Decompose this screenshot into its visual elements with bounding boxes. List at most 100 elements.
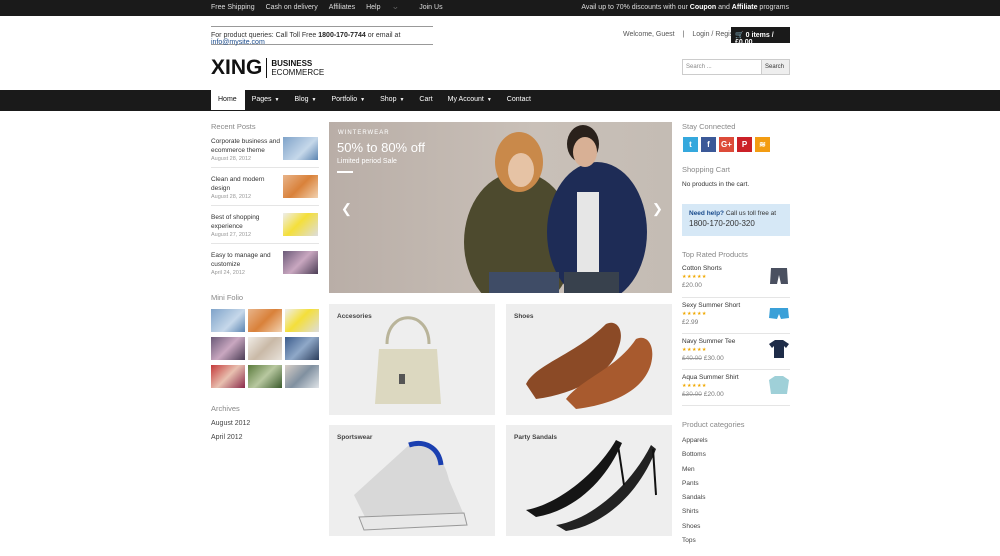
search-form: Search ... Search: [682, 59, 790, 75]
recent-posts-heading: Recent Posts: [211, 122, 256, 131]
category-tile[interactable]: Sportswear: [329, 425, 495, 536]
top-link-affiliates[interactable]: Affiliates: [329, 4, 355, 11]
query-text: For product queries: Call Toll Free: [211, 32, 317, 39]
category-link[interactable]: Shirts: [682, 508, 708, 522]
promo-text: Avail up to 70% discounts with our Coupo…: [581, 4, 789, 11]
recent-post[interactable]: Easy to manage and customize April 24, 2…: [211, 251, 319, 276]
slide-title: 50% to 80% off: [337, 140, 425, 155]
tshirt-image[interactable]: [768, 338, 790, 360]
post-title[interactable]: Clean and modern design: [211, 175, 281, 193]
hero-slider[interactable]: WINTERWEAR 50% to 80% off Limited period…: [329, 122, 672, 293]
category-tile[interactable]: Shoes: [506, 304, 672, 415]
slider-prev-icon[interactable]: ❮: [341, 201, 352, 217]
logo-sub: BUSINESS ECOMMERCE: [271, 59, 324, 77]
nav-portfolio[interactable]: Portfolio ▼: [324, 90, 373, 111]
category-link[interactable]: Shoes: [682, 523, 708, 537]
rss-icon[interactable]: ≋: [755, 137, 770, 152]
top-bar: Free Shipping Cash on delivery Affiliate…: [0, 0, 1000, 16]
folio-image[interactable]: [285, 309, 319, 332]
category-link[interactable]: Bottoms: [682, 451, 708, 465]
nav-label: Contact: [506, 96, 531, 103]
folio-image[interactable]: [211, 309, 245, 332]
post-thumbnail[interactable]: [283, 175, 318, 198]
nav-pages[interactable]: Pages ▼: [245, 90, 288, 111]
shoes-image: [526, 322, 653, 409]
product-item[interactable]: Navy Summer Tee ★★★★★ £40.00 £30.00: [682, 338, 790, 372]
category-link[interactable]: Apparels: [682, 437, 708, 451]
category-tile[interactable]: Accesories: [329, 304, 495, 415]
chevron-down-icon: ▼: [399, 97, 405, 103]
shorts-image[interactable]: [768, 265, 790, 287]
shopping-cart-heading: Shopping Cart: [682, 165, 730, 174]
archive-link[interactable]: August 2012: [211, 420, 250, 427]
post-title[interactable]: Easy to manage and customize: [211, 251, 281, 269]
query-email-link[interactable]: info@mysite.com: [211, 39, 265, 46]
welcome-area: Welcome, Guest | Login / Register: [623, 31, 741, 38]
folio-image[interactable]: [248, 365, 282, 388]
post-thumbnail[interactable]: [283, 137, 318, 160]
top-link-cod[interactable]: Cash on delivery: [266, 4, 318, 11]
query-phone: 1800-170-7744: [318, 32, 366, 39]
nav-label: My Account: [447, 96, 484, 103]
chevron-down-icon: ▼: [486, 97, 492, 103]
main-nav: Home Pages ▼ Blog ▼ Portfolio ▼ Shop ▼ Cart …: [0, 90, 1000, 111]
shirt-image[interactable]: [768, 374, 790, 396]
recent-post[interactable]: Clean and modern design August 28, 2012: [211, 175, 319, 200]
divider: [682, 369, 790, 370]
category-link[interactable]: Sandals: [682, 494, 708, 508]
help-phone: 1800-170-200-320: [689, 219, 755, 228]
nav-cart[interactable]: Cart: [412, 90, 440, 111]
shorts-image[interactable]: [768, 302, 790, 324]
promo-affiliate: Affiliate: [731, 4, 758, 11]
recent-post[interactable]: Best of shopping experience August 27, 2…: [211, 213, 319, 238]
nav-my-account[interactable]: My Account ▼: [441, 90, 500, 111]
slider-next-icon[interactable]: ❯: [652, 201, 663, 217]
nav-blog[interactable]: Blog ▼: [288, 90, 325, 111]
search-input[interactable]: Search ...: [682, 59, 762, 75]
nav-shop[interactable]: Shop ▼: [373, 90, 412, 111]
folio-image[interactable]: [285, 337, 319, 360]
logo-sub-1: BUSINESS: [271, 59, 313, 68]
facebook-icon[interactable]: f: [701, 137, 716, 152]
top-link-free-shipping[interactable]: Free Shipping: [211, 4, 255, 11]
category-link[interactable]: Men: [682, 466, 708, 480]
query-or: or email at: [367, 32, 401, 39]
site-logo[interactable]: XING BUSINESS ECOMMERCE: [211, 57, 324, 78]
nav-home[interactable]: Home: [211, 90, 245, 110]
product-item[interactable]: Aqua Summer Shirt ★★★★★ £30.00 £20.00: [682, 374, 790, 408]
promo-part: and: [718, 4, 730, 11]
product-item[interactable]: Sexy Summer Short ★★★★★ £2.99: [682, 302, 790, 336]
category-link[interactable]: Tops: [682, 537, 708, 551]
nav-label: Pages: [251, 96, 272, 103]
logo-divider: [266, 58, 268, 78]
folio-image[interactable]: [211, 337, 245, 360]
help-question: Need help?: [689, 210, 725, 217]
nav-label: Cart: [419, 96, 433, 103]
top-links: Free Shipping Cash on delivery Affiliate…: [211, 4, 454, 11]
recent-post[interactable]: Corporate business and ecommerce theme A…: [211, 137, 319, 162]
post-thumbnail[interactable]: [283, 213, 318, 236]
folio-image[interactable]: [248, 337, 282, 360]
folio-image[interactable]: [211, 365, 245, 388]
product-item[interactable]: Cotton Shorts ★★★★★ £20.00: [682, 265, 790, 299]
top-link-join[interactable]: Join Us: [419, 4, 442, 11]
heels-image: [526, 440, 657, 531]
handbag-image: [375, 316, 441, 404]
nav-contact[interactable]: Contact: [500, 90, 539, 111]
archive-link[interactable]: April 2012: [211, 434, 243, 441]
search-button[interactable]: Search: [762, 59, 790, 75]
category-link[interactable]: Pants: [682, 480, 708, 494]
pinterest-icon[interactable]: P: [737, 137, 752, 152]
folio-image[interactable]: [285, 365, 319, 388]
cart-button[interactable]: 🛒 0 items / £0.00: [731, 27, 790, 46]
post-title[interactable]: Corporate business and ecommerce theme: [211, 137, 281, 155]
google-plus-icon[interactable]: G+: [719, 137, 734, 152]
post-thumbnail[interactable]: [283, 251, 318, 274]
mini-folio-heading: Mini Folio: [211, 293, 244, 302]
promo-part: programs: [759, 4, 789, 11]
category-tile[interactable]: Party Sandals: [506, 425, 672, 536]
twitter-icon[interactable]: t: [683, 137, 698, 152]
folio-image[interactable]: [248, 309, 282, 332]
post-title[interactable]: Best of shopping experience: [211, 213, 281, 231]
top-link-help[interactable]: Help ⌵: [366, 4, 408, 11]
